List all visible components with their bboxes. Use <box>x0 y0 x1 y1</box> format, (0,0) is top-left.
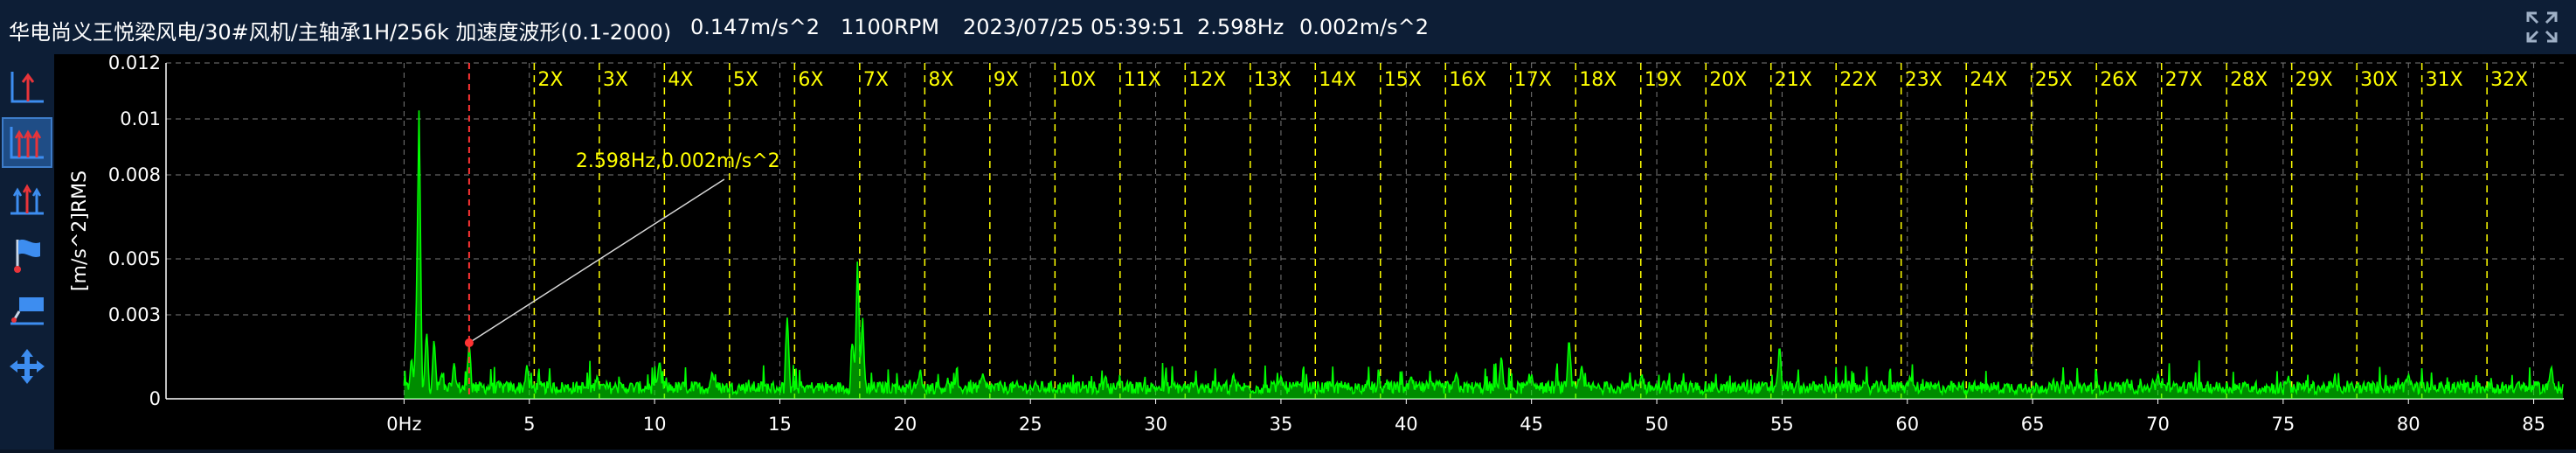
chart-toolbar <box>0 54 54 450</box>
chart-grid <box>166 62 2564 399</box>
harmonic-label: 19X <box>1645 69 1682 91</box>
spectrum-chart-area[interactable]: 2X 3X 4X 5X 6X 7X 8X 9X 10X 11X 12X 13X 14X 15X 16X 17X… <box>54 52 2576 450</box>
pan-tool[interactable] <box>2 341 52 392</box>
y-axis-label: [m/s^2]RMS <box>69 171 91 291</box>
annotation-tool[interactable] <box>2 285 52 336</box>
harmonic-label: 21X <box>1775 69 1812 91</box>
harmonic-label: 27X <box>2165 69 2203 91</box>
harmonic-label: 31X <box>2426 69 2463 91</box>
y-tick-label: 0.012 <box>108 54 161 73</box>
harmonic-label: 25X <box>2035 69 2073 91</box>
flag-tool[interactable] <box>2 229 52 280</box>
harmonic-label: 32X <box>2490 69 2528 91</box>
y-tick-label: 0.003 <box>108 304 161 325</box>
fullscreen-button[interactable] <box>2520 5 2564 49</box>
y-tick-label: 0.005 <box>108 248 161 269</box>
harmonic-label: 3X <box>603 69 628 91</box>
sideband-cursor-icon <box>10 184 44 215</box>
harmonic-label: 16X <box>1449 69 1486 91</box>
x-tick-label: 30 <box>1144 414 1167 435</box>
x-tick-label: 70 <box>2146 414 2170 435</box>
x-tick-label: 40 <box>1395 414 1418 435</box>
x-tick-label: 85 <box>2522 414 2545 435</box>
harmonic-label: 17X <box>1514 69 1552 91</box>
flag-icon <box>14 240 40 273</box>
harmonic-label: 9X <box>994 69 1019 91</box>
x-tick-label: 10 <box>643 414 667 435</box>
x-tick-label: 75 <box>2271 414 2295 435</box>
cursor-amplitude: 0.002m/s^2 <box>1299 15 1430 39</box>
harmonic-cursor-icon <box>10 127 44 159</box>
harmonic-label: 23X <box>1905 69 1942 91</box>
move-icon <box>10 349 45 384</box>
single-cursor-tool[interactable] <box>2 61 52 112</box>
harmonic-label: 14X <box>1319 69 1356 91</box>
harmonic-label: 22X <box>1839 69 1877 91</box>
measurement-path: 华电尚义王悦梁风电/30#风机/主轴承1H/256k 加速度波形(0.1-200… <box>9 20 672 45</box>
harmonic-label: 26X <box>2100 69 2137 91</box>
x-tick-label: 15 <box>768 414 792 435</box>
harmonic-label: 15X <box>1384 69 1422 91</box>
spectrum-chart[interactable]: 2X 3X 4X 5X 6X 7X 8X 9X 10X 11X 12X 13X 14X 15X 16X 17X… <box>54 52 2576 450</box>
cursor-layer: 2.598Hz,0.002m/s^2 <box>464 63 780 399</box>
cursor-point <box>464 338 474 347</box>
harmonic-label: 18X <box>1579 69 1617 91</box>
harmonic-label: 4X <box>668 69 693 91</box>
harmonic-label: 29X <box>2296 69 2333 91</box>
cursor-frequency: 2.598Hz <box>1197 15 1285 39</box>
x-tick-label: 25 <box>1019 414 1042 435</box>
harmonic-label: 12X <box>1188 69 1226 91</box>
harmonic-label: 6X <box>798 69 823 91</box>
rotation-speed: 1100RPM <box>841 15 939 39</box>
annotation-icon <box>10 297 44 325</box>
x-tick-label: 80 <box>2397 414 2420 435</box>
cursor-annotation: 2.598Hz,0.002m/s^2 <box>576 150 780 172</box>
annotation-leader <box>468 178 725 344</box>
y-tick-label: 0 <box>149 388 161 409</box>
x-tick-label: 45 <box>1520 414 1543 435</box>
harmonic-label: 7X <box>863 69 889 91</box>
harmonic-label: 2X <box>537 69 563 91</box>
sample-datetime: 2023/07/25 05:39:51 <box>963 15 1185 39</box>
harmonic-label: 5X <box>733 69 758 91</box>
x-tick-label: 60 <box>1895 414 1919 435</box>
x-tick-label: 20 <box>893 414 917 435</box>
y-tick-label: 0.01 <box>120 108 161 129</box>
harmonic-label: 28X <box>2230 69 2268 91</box>
x-tick-label: 0Hz <box>386 414 421 435</box>
expand-icon <box>2526 11 2558 43</box>
harmonic-label: 13X <box>1254 69 1291 91</box>
x-tick-label: 5 <box>523 414 535 435</box>
x-tick-label: 50 <box>1645 414 1669 435</box>
overall-rms: 0.147m/s^2 <box>690 15 821 39</box>
harmonic-label: 11X <box>1124 69 1161 91</box>
harmonic-label: 24X <box>1970 69 2007 91</box>
chart-header: 华电尚义王悦梁风电/30#风机/主轴承1H/256k 加速度波形(0.1-200… <box>0 0 2576 54</box>
harmonic-cursor-tool[interactable] <box>2 117 52 168</box>
x-tick-label: 65 <box>2021 414 2045 435</box>
harmonic-label: 30X <box>2360 69 2398 91</box>
y-tick-label: 0.008 <box>108 164 161 185</box>
harmonic-label: 20X <box>1709 69 1747 91</box>
x-tick-label: 55 <box>1770 414 1794 435</box>
harmonic-label: 8X <box>928 69 953 91</box>
single-cursor-icon <box>10 72 44 103</box>
x-tick-label: 35 <box>1270 414 1293 435</box>
harmonic-label: 10X <box>1058 69 1096 91</box>
sideband-cursor-tool[interactable] <box>2 173 52 224</box>
